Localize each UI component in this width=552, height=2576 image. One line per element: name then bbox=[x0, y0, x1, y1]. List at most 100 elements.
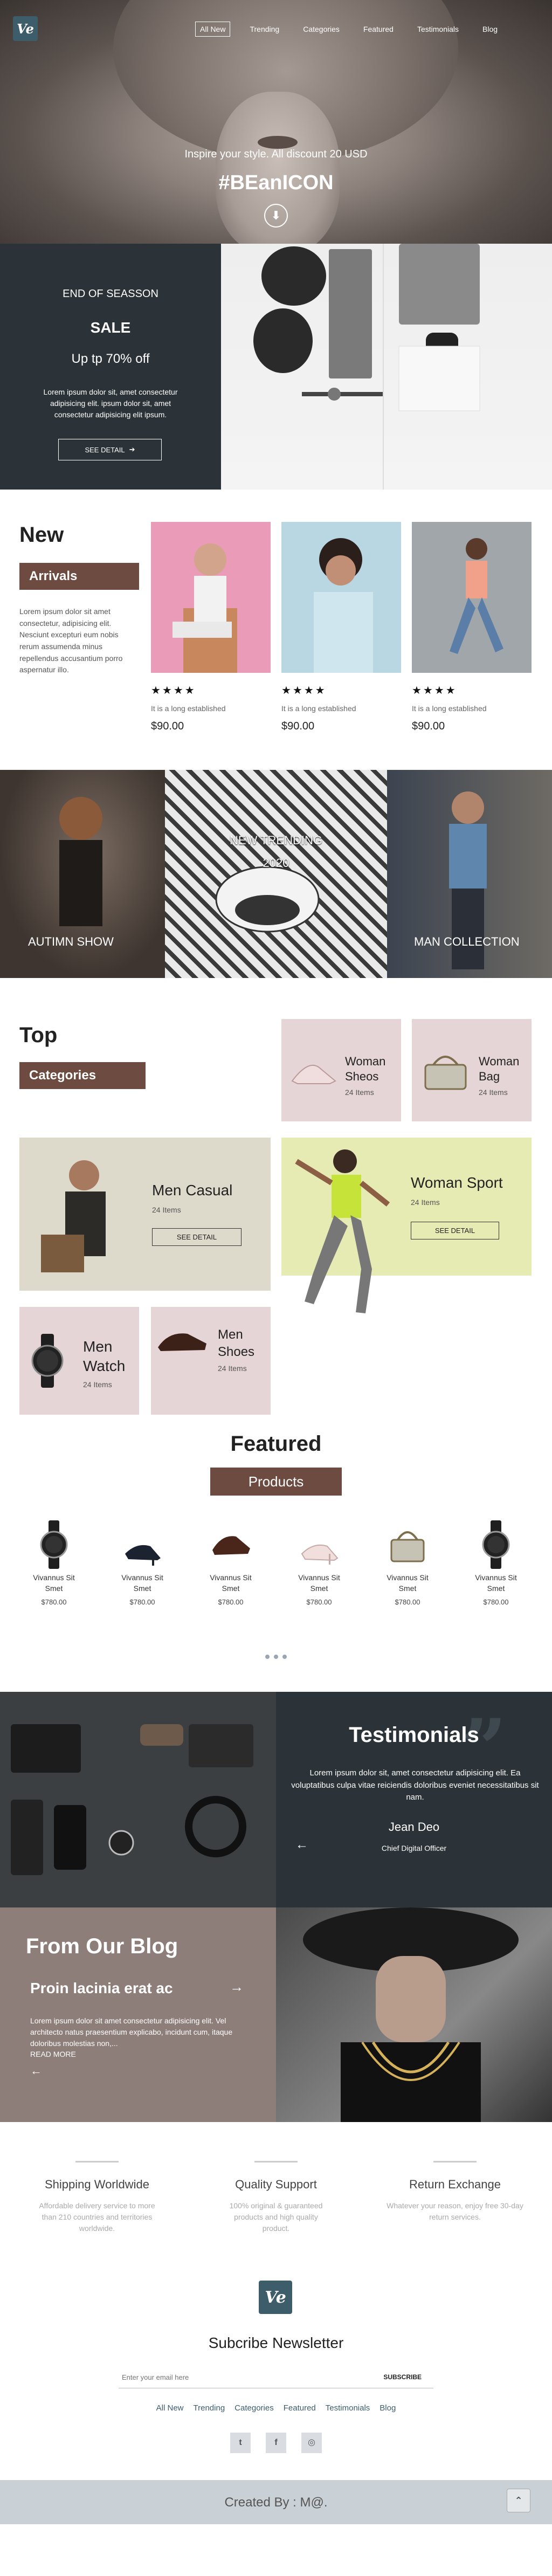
featured-product-card[interactable]: Vivannus Sit Smet $780.00 bbox=[98, 1520, 187, 1606]
nav-item-blog[interactable]: Blog bbox=[478, 22, 502, 36]
product-image-3[interactable] bbox=[412, 522, 532, 673]
product-desc-2: It is a long established bbox=[281, 704, 356, 713]
model-illustration-1 bbox=[172, 543, 237, 673]
men-shoes-count: 24 Items bbox=[218, 1364, 247, 1373]
footer-nav-categories[interactable]: Categories bbox=[234, 2403, 274, 2413]
nav-item-featured[interactable]: Featured bbox=[359, 22, 398, 36]
blog-post-title[interactable]: Proin lacinia erat ac bbox=[30, 1980, 173, 1997]
pumps-icon bbox=[298, 1520, 341, 1565]
top-categories-title: Top bbox=[19, 1023, 58, 1047]
woman-shoes-name-line1: Woman bbox=[345, 1055, 386, 1068]
heels-icon bbox=[121, 1520, 164, 1566]
featured-product-price: $780.00 bbox=[41, 1598, 67, 1606]
category-men-watch[interactable]: Men Watch 24 Items bbox=[19, 1307, 139, 1415]
product-image-2[interactable] bbox=[281, 522, 401, 673]
instagram-icon[interactable]: ◎ bbox=[301, 2433, 322, 2453]
arrow-left-icon[interactable]: ← bbox=[295, 1837, 308, 1852]
featured-product-price: $780.00 bbox=[129, 1598, 155, 1606]
scroll-down-icon[interactable]: ⬇ bbox=[264, 204, 288, 228]
woman-bag-name-line1: Woman bbox=[479, 1055, 520, 1068]
featured-product-card[interactable]: Vivannus Sit Smet $780.00 bbox=[363, 1520, 452, 1606]
product-image-1[interactable] bbox=[151, 522, 271, 673]
nav-item-all-new[interactable]: All New bbox=[195, 22, 231, 37]
nav-item-testimonials[interactable]: Testimonials bbox=[413, 22, 463, 36]
featured-product-list: Vivannus Sit Smet $780.00 Vivannus Sit Smet $… bbox=[10, 1520, 542, 1606]
testimonial-body: Lorem ipsum dolor sit, amet consectetur … bbox=[291, 1768, 539, 1802]
blog-read-more[interactable]: READ MORE bbox=[30, 2050, 76, 2058]
newsletter-section: Ve Subcribe Newsletter SUBSCRIBE All New… bbox=[0, 2260, 552, 2480]
newsletter-subscribe-button[interactable]: SUBSCRIBE bbox=[383, 2373, 422, 2381]
arrow-right-icon[interactable]: → bbox=[230, 1979, 244, 1995]
top-nav: All New Trending Categories Featured Testimo… bbox=[180, 22, 502, 37]
featured-product-name-line1: Vivannus Sit bbox=[33, 1573, 75, 1582]
featured-product-card[interactable]: Vivannus Sit Smet $780.00 bbox=[452, 1520, 540, 1606]
product-price-3: $90.00 bbox=[412, 720, 445, 732]
back-to-top-icon[interactable]: ⌃ bbox=[507, 2489, 530, 2512]
woman-sport-detail-button[interactable]: SEE DETAIL bbox=[411, 1222, 499, 1239]
arrow-left-icon[interactable]: ← bbox=[30, 2064, 42, 2078]
collections-section: AUTIMN SHOW NEW TRENDING 2020 MAN COLLEC… bbox=[0, 770, 552, 978]
sale-body: Lorem ipsum dolor sit, amet consectetur … bbox=[43, 388, 178, 419]
product-price-1: $90.00 bbox=[151, 720, 184, 732]
pagination-dot[interactable] bbox=[265, 1655, 270, 1659]
featured-title: Featured bbox=[230, 1432, 322, 1456]
woman-bag-count: 24 Items bbox=[479, 1088, 508, 1097]
category-woman-bag[interactable]: Woman Bag 24 Items bbox=[412, 1019, 532, 1121]
arrow-right-icon: ➔ bbox=[129, 445, 135, 453]
social-links: t f ◎ bbox=[0, 2433, 552, 2453]
featured-product-card[interactable]: Vivannus Sit Smet $780.00 bbox=[10, 1520, 98, 1606]
footer-nav-trending[interactable]: Trending bbox=[194, 2403, 225, 2413]
featured-product-name-line2: Smet bbox=[133, 1584, 151, 1593]
product-price-2: $90.00 bbox=[281, 720, 315, 732]
sale-detail-button[interactable]: SEE DETAIL ➔ bbox=[58, 439, 162, 460]
men-casual-model-illustration bbox=[41, 1160, 106, 1272]
category-men-casual[interactable]: Men Casual 24 Items SEE DETAIL bbox=[19, 1138, 271, 1291]
product-rating-1: ★★★★ bbox=[151, 685, 196, 697]
feature-support: Quality Support 100% original & guarante… bbox=[190, 2161, 362, 2234]
footer-nav-blog[interactable]: Blog bbox=[380, 2403, 396, 2413]
category-woman-shoes[interactable]: Woman Sheos 24 Items bbox=[281, 1019, 401, 1121]
featured-product-name-line1: Vivannus Sit bbox=[475, 1573, 517, 1582]
twitter-icon[interactable]: t bbox=[230, 2433, 251, 2453]
featured-product-name-line2: Smet bbox=[487, 1584, 505, 1593]
footer-nav-testimonials[interactable]: Testimonials bbox=[326, 2403, 370, 2413]
nav-item-trending[interactable]: Trending bbox=[245, 22, 284, 36]
pagination-dot[interactable] bbox=[274, 1655, 278, 1659]
featured-product-name-line1: Vivannus Sit bbox=[121, 1573, 163, 1582]
hero-title: #BEanICON bbox=[218, 171, 334, 194]
feature-return-body: Whatever your reason, enjoy free 30-day … bbox=[387, 2201, 523, 2221]
hero-section: Ve All New Trending Categories Featured Test… bbox=[0, 0, 552, 244]
flatlay-illustration bbox=[253, 244, 480, 490]
collection-autumn-label: AUTIMN SHOW bbox=[28, 935, 114, 948]
new-arrivals-body: Lorem ipsum dolor sit amet consectetur, … bbox=[19, 607, 123, 674]
footer-logo[interactable]: Ve bbox=[259, 2281, 292, 2314]
nav-item-categories[interactable]: Categories bbox=[299, 22, 344, 36]
featured-product-name-line1: Vivannus Sit bbox=[387, 1573, 429, 1582]
blog-model-illustration bbox=[303, 1907, 519, 2122]
product-desc-3: It is a long established bbox=[412, 704, 487, 713]
woman-sport-count: 24 Items bbox=[411, 1198, 440, 1207]
men-casual-detail-button[interactable]: SEE DETAIL bbox=[152, 1228, 242, 1246]
logo[interactable]: Ve bbox=[13, 16, 38, 41]
featured-product-card[interactable]: Vivannus Sit Smet $780.00 bbox=[275, 1520, 363, 1606]
testimonials-section: ” Testimonials Lorem ipsum dolor sit, am… bbox=[0, 1692, 552, 1907]
facebook-icon[interactable]: f bbox=[266, 2433, 286, 2453]
collection-trending-line2: 2020 bbox=[263, 856, 289, 870]
collection-trending-image[interactable] bbox=[165, 770, 387, 978]
feature-divider bbox=[254, 2161, 298, 2162]
category-men-shoes[interactable]: Men Shoes 24 Items bbox=[151, 1307, 271, 1415]
testimonials-title: Testimonials bbox=[349, 1723, 479, 1747]
watch-icon bbox=[31, 1334, 64, 1388]
footer-nav-all-new[interactable]: All New bbox=[156, 2403, 184, 2413]
product-rating-2: ★★★★ bbox=[281, 685, 327, 697]
newsletter-email-input[interactable] bbox=[122, 2369, 337, 2385]
top-categories-tag: Categories bbox=[19, 1062, 146, 1089]
featured-tag: Products bbox=[210, 1468, 342, 1496]
pagination-dot[interactable] bbox=[282, 1655, 287, 1659]
featured-product-card[interactable]: Vivannus Sit Smet $780.00 bbox=[187, 1520, 275, 1606]
hero-subtitle: Inspire your style. All discount 20 USD bbox=[184, 148, 368, 160]
sale-section: END OF SEASSON SALE Up tp 70% off Lorem … bbox=[0, 244, 552, 490]
footer-nav-featured[interactable]: Featured bbox=[284, 2403, 316, 2413]
collection-trending-line1: NEW TRENDING bbox=[230, 834, 322, 847]
featured-pagination[interactable] bbox=[0, 1652, 552, 1662]
